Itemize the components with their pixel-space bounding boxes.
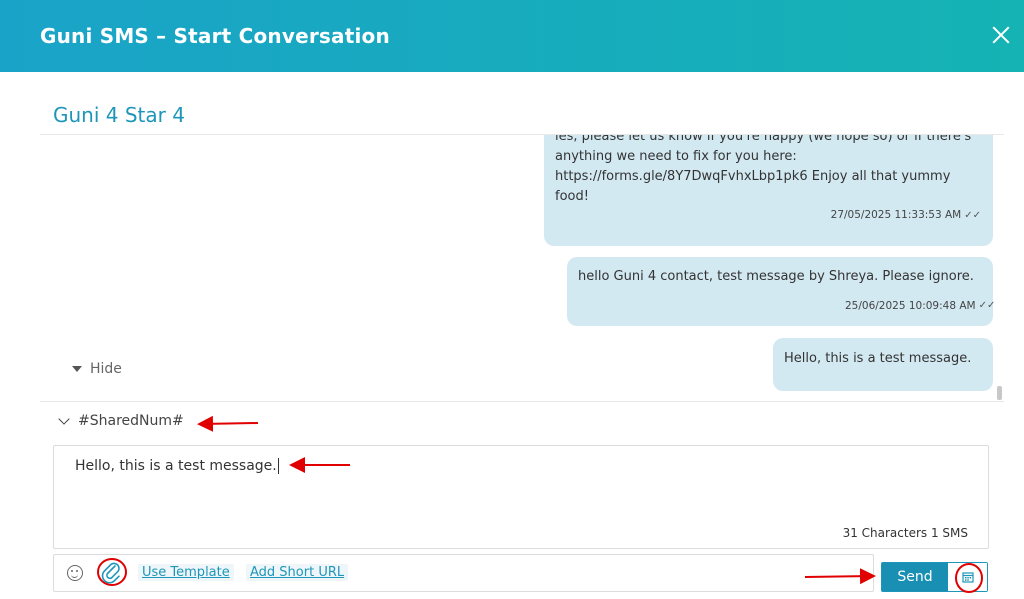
annotation-arrow (197, 415, 259, 432)
annotation-circle (955, 563, 983, 593)
annotation-overlay (97, 415, 983, 593)
annotation-arrow (804, 568, 876, 585)
annotation-circle (97, 558, 127, 586)
